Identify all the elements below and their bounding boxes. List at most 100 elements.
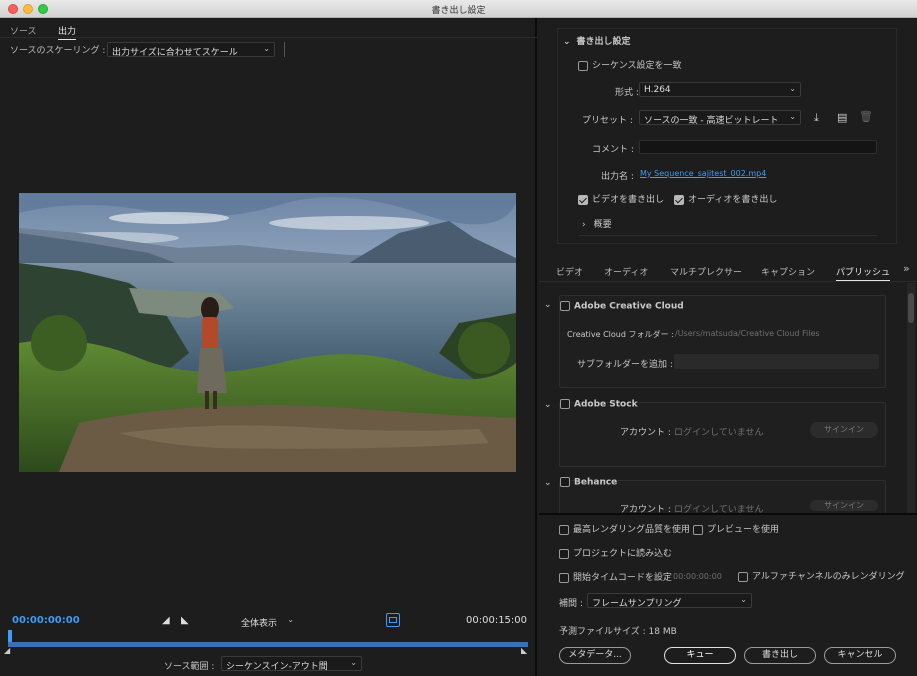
cc-folder-value[interactable]: /Users/matsuda/Creative Cloud Files: [675, 329, 820, 338]
save-preset-icon[interactable]: ⤓: [814, 111, 819, 125]
export-settings-header[interactable]: ⌄ 書き出し設定: [563, 34, 631, 47]
filesize-label: 予測ファイルサイズ : 18 MB: [559, 627, 677, 637]
checkbox-icon: [738, 571, 748, 582]
preset-value: ソースの一致 - 高速ビットレート: [644, 116, 779, 126]
cancel-button[interactable]: キャンセル: [824, 647, 896, 664]
tab-source[interactable]: ソース: [10, 24, 37, 37]
preview-frame: [19, 193, 516, 472]
divider: [579, 235, 877, 236]
chevron-down-icon[interactable]: ⌄: [544, 478, 552, 488]
checkbox-icon: [559, 572, 569, 583]
start-timecode-checkbox[interactable]: 開始タイムコードを設定: [559, 570, 672, 583]
chevron-down-icon: ⌄: [789, 112, 796, 121]
publish-scrollbar[interactable]: [907, 283, 915, 513]
scrollbar-thumb[interactable]: [908, 293, 914, 323]
timecode-current[interactable]: 00:00:00:00: [12, 615, 80, 626]
start-timecode-value[interactable]: 00:00:00:00: [673, 572, 722, 581]
behance-group: ⌄ Behance アカウント : ログインしていません サインイン: [544, 477, 886, 515]
settings-pane: ⌄ 書き出し設定 シーケンス設定を一致 形式 : H.264 ⌄ プリセット : …: [539, 18, 917, 676]
stock-signin-button[interactable]: サインイン: [810, 422, 878, 438]
checkbox-icon: [674, 194, 684, 205]
source-range-dropdown[interactable]: シーケンスイン-アウト間 ⌄: [221, 656, 362, 672]
chevron-down-icon: ⌄: [287, 615, 294, 624]
delete-preset-icon[interactable]: 🗑: [859, 110, 873, 123]
settings-tabs: ビデオ オーディオ マルチプレクサー キャプション パブリッシュ »: [539, 260, 917, 282]
preset-dropdown[interactable]: ソースの一致 - 高速ビットレート ⌄: [639, 110, 801, 126]
export-audio-checkbox[interactable]: オーディオを書き出し: [674, 192, 777, 205]
export-button[interactable]: 書き出し: [744, 647, 816, 664]
alpha-only-checkbox[interactable]: アルファチャンネルのみレンダリング: [738, 569, 905, 582]
tab-multiplexer[interactable]: マルチプレクサー: [670, 265, 742, 278]
checkbox-icon: [559, 524, 569, 535]
video-preview: [19, 193, 516, 472]
out-point-handle[interactable]: ◣: [521, 646, 527, 655]
creative-cloud-checkbox[interactable]: Adobe Creative Cloud: [560, 301, 684, 312]
tab-video[interactable]: ビデオ: [556, 265, 583, 278]
chevron-down-icon: ⌄: [789, 84, 796, 93]
checkbox-icon: [578, 60, 588, 71]
format-label: 形式 :: [615, 88, 639, 98]
playhead[interactable]: [8, 630, 12, 642]
stock-account-label: アカウント :: [620, 428, 671, 438]
source-output-tabs: ソース 出力: [0, 18, 537, 40]
stock-account-value: ログインしていません: [674, 428, 764, 438]
import-preset-icon[interactable]: ▤: [837, 111, 847, 124]
subfolder-label: サブフォルダーを追加 :: [577, 360, 673, 370]
subfolder-field[interactable]: [674, 354, 879, 369]
window-title: 書き出し設定: [431, 6, 486, 16]
comment-field[interactable]: [639, 140, 877, 154]
mark-out-icon[interactable]: ◣: [181, 615, 189, 626]
behance-checkbox[interactable]: Behance: [560, 477, 617, 488]
timecode-duration: 00:00:15:00: [466, 615, 528, 626]
pane-divider: [539, 513, 917, 515]
tab-publish[interactable]: パブリッシュ: [836, 265, 891, 281]
checkbox-icon: [560, 399, 570, 409]
scaling-dropdown[interactable]: 出力サイズに合わせてスケール ⌄: [107, 42, 275, 58]
match-sequence-checkbox[interactable]: シーケンス設定を一致: [578, 58, 682, 71]
chevron-down-icon[interactable]: ⌄: [544, 300, 552, 310]
preset-label: プリセット :: [582, 116, 633, 126]
checkbox-icon: [578, 194, 588, 205]
crop-divider: [284, 42, 285, 57]
checkbox-icon: [560, 301, 570, 311]
output-name-label: 出力名 :: [601, 172, 634, 182]
zoom-value: 全体表示: [241, 619, 278, 629]
interp-dropdown[interactable]: フレームサンプリング ⌄: [587, 593, 752, 609]
chevron-down-icon: ⌄: [350, 658, 357, 667]
format-dropdown[interactable]: H.264 ⌄: [639, 82, 801, 97]
tab-output[interactable]: 出力: [58, 24, 77, 40]
max-render-checkbox[interactable]: 最高レンダリング品質を使用: [559, 522, 690, 535]
zoom-dropdown[interactable]: 全体表示 ⌄: [236, 613, 299, 629]
tab-captions[interactable]: キャプション: [761, 265, 815, 278]
chevron-down-icon: ⌄: [563, 37, 571, 47]
adobe-stock-checkbox[interactable]: Adobe Stock: [560, 399, 638, 410]
source-range-label: ソース範囲 :: [164, 662, 215, 672]
export-video-checkbox[interactable]: ビデオを書き出し: [578, 192, 664, 205]
interp-label: 補間 :: [559, 599, 583, 609]
preview-pane: ソース 出力 ソースのスケーリング : 出力サイズに合わせてスケール ⌄ 00:…: [0, 18, 537, 676]
timeline-track[interactable]: [8, 642, 528, 647]
chevron-down-icon[interactable]: ⌄: [544, 400, 552, 410]
mark-in-icon[interactable]: ◢: [162, 615, 170, 626]
import-project-checkbox[interactable]: プロジェクトに読み込む: [559, 546, 672, 559]
comment-label: コメント :: [592, 145, 634, 155]
checkbox-icon: [693, 524, 703, 535]
summary-toggle[interactable]: › 概要: [582, 217, 612, 230]
title-bar: 書き出し設定: [0, 0, 917, 18]
chevron-down-icon: ⌄: [740, 595, 747, 604]
metadata-button[interactable]: メタデータ...: [559, 647, 631, 664]
in-point-handle[interactable]: ◢: [4, 646, 10, 655]
chevron-down-icon: ⌄: [263, 44, 270, 53]
tab-audio[interactable]: オーディオ: [604, 265, 648, 278]
more-tabs-icon[interactable]: »: [903, 262, 910, 275]
behance-signin-button[interactable]: サインイン: [810, 500, 878, 511]
chevron-right-icon: ›: [582, 220, 586, 230]
aspect-correction-icon[interactable]: [386, 613, 400, 627]
creative-cloud-group: ⌄ Adobe Creative Cloud Creative Cloud フォ…: [544, 295, 886, 388]
scaling-label: ソースのスケーリング :: [10, 46, 106, 56]
output-name-link[interactable]: My Sequence_sajitest_002.mp4: [640, 169, 766, 178]
use-preview-checkbox[interactable]: プレビューを使用: [693, 522, 779, 535]
cc-folder-label: Creative Cloud フォルダー :: [567, 330, 674, 339]
queue-button[interactable]: キュー: [664, 647, 736, 664]
scaling-value: 出力サイズに合わせてスケール: [112, 48, 238, 58]
